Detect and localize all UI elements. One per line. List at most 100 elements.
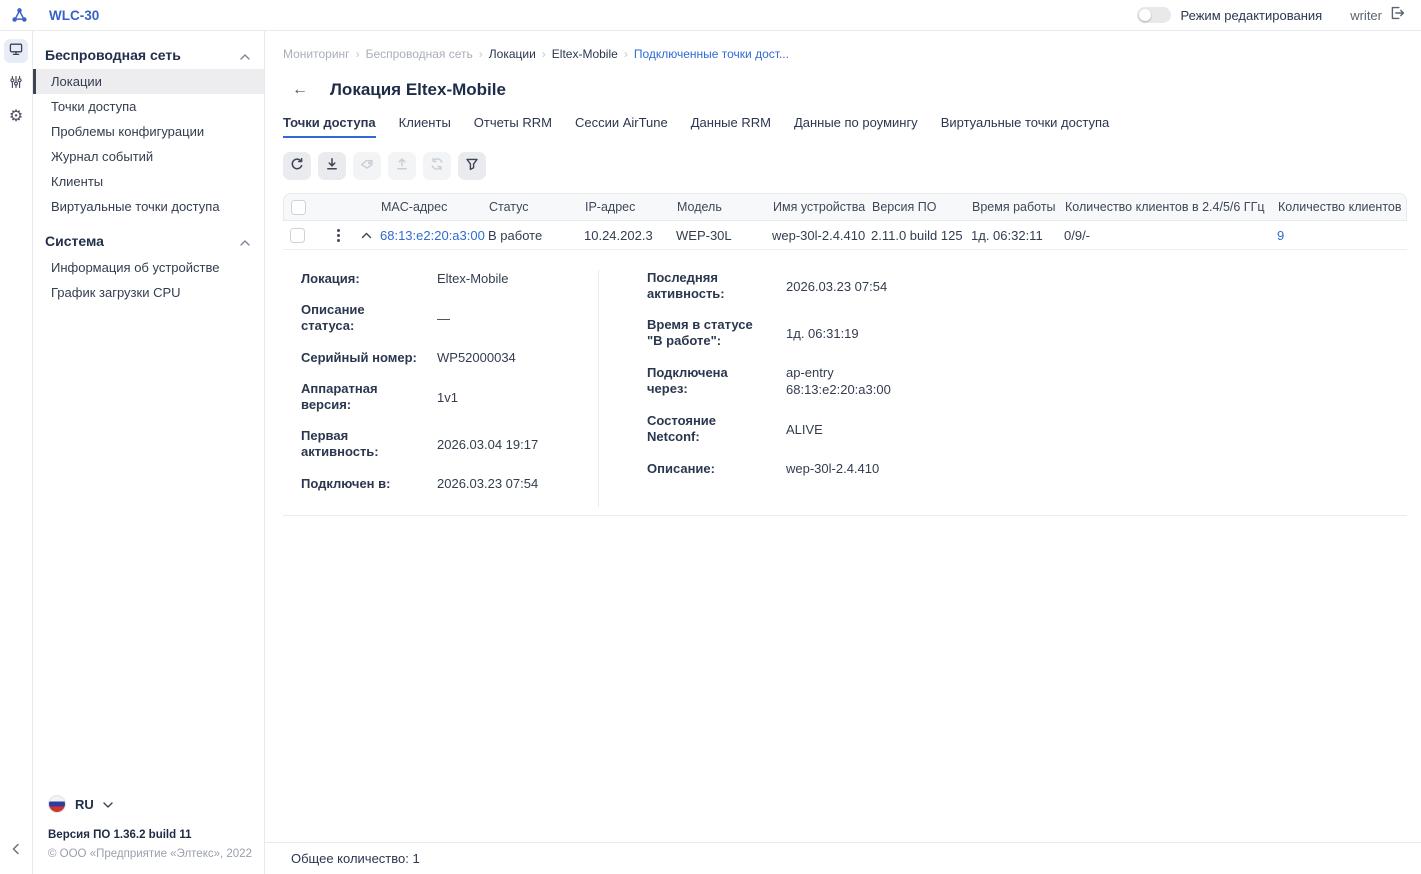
clients-band-cell: 0/9/- [1064,227,1091,243]
sidebar-item-access-points[interactable]: Точки доступа [33,94,264,119]
detail-label: Первая активность: [301,428,379,459]
firmware-cell: 2.11.0 build 125 [871,227,963,243]
detail-label: Аппаратная версия: [301,381,378,412]
tag-icon [359,156,375,177]
row-details-panel: Локация: Eltex-Mobile Описание статуса: — … [283,250,1407,516]
username[interactable]: writer [1350,8,1382,23]
back-arrow-icon[interactable]: ← [292,82,308,98]
page-title: Локация Eltex-Mobile [330,80,506,99]
refresh-button[interactable] [283,152,311,180]
sidebar-item-config-problems[interactable]: Проблемы конфигурации [33,119,264,144]
user-menu[interactable]: writer [1350,5,1405,26]
detail-value: Eltex-Mobile [437,271,509,286]
row-menu-icon[interactable] [335,227,342,244]
download-icon [324,156,340,177]
status-cell: В работе [488,227,543,243]
section-label: Беспроводная сеть [45,47,181,63]
language-code: RU [75,796,94,812]
upload-button [388,152,416,180]
detail-value: 1д. 06:31:19 [786,325,859,341]
breadcrumb-item[interactable]: Eltex-Mobile [552,47,618,61]
ip-cell: 10.24.202.3 [584,227,653,243]
gear-icon: ⚙ [8,108,24,125]
download-button[interactable] [318,152,346,180]
sidebar-section-system[interactable]: Система [33,227,264,255]
access-points-table: MAC-адрес Статус IP-адрес Модель Имя уст… [283,193,1407,250]
section-label: Система [45,233,104,249]
monitor-icon [8,41,24,62]
breadcrumb-separator: › [541,47,546,61]
edit-mode-label: Режим редактирования [1180,7,1323,23]
sidebar: Беспроводная сеть Локации Точки доступа … [33,31,265,874]
column-header-uptime[interactable]: Время работы [972,200,1065,214]
detail-value: 2026.03.23 07:54 [786,278,888,294]
toolbar [283,152,1407,180]
main-content: Мониторинг › Беспроводная сеть › Локации… [265,31,1421,874]
column-header-status[interactable]: Статус [489,200,585,214]
filter-button[interactable] [458,152,486,180]
tab-rrm-data[interactable]: Данные RRM [691,115,771,138]
column-header-device-name[interactable]: Имя устройства [773,200,872,214]
detail-value: 2026.03.04 19:17 [437,436,539,452]
row-checkbox[interactable] [290,227,305,243]
software-version: Версия ПО 1.36.2 build 11 [48,829,192,841]
ru-flag-icon [48,795,66,813]
sliders-icon [8,74,24,95]
sidebar-item-event-log[interactable]: Журнал событий [33,144,264,169]
eltex-logo-icon [10,6,28,24]
table-footer: Общее количество: 1 [265,842,1421,874]
breadcrumb-separator: › [478,47,483,61]
column-header-firmware[interactable]: Версия ПО [872,200,972,214]
breadcrumb-item[interactable]: Беспроводная сеть [366,47,473,61]
tab-clients[interactable]: Клиенты [399,115,451,138]
details-left-column: Локация: Eltex-Mobile Описание статуса: — … [283,270,599,507]
detail-label: Подключена через: [647,365,728,396]
language-selector[interactable]: RU [48,795,264,813]
sidebar-item-device-info[interactable]: Информация об устройстве [33,255,264,280]
detail-label: Состояние Netconf: [647,413,717,444]
app-title: WLC-30 [49,7,100,23]
sidebar-collapse-button[interactable] [11,842,21,860]
clients-total-link[interactable]: 9 [1277,228,1284,243]
column-header-model[interactable]: Модель [677,200,773,214]
logout-icon[interactable] [1389,5,1405,26]
detail-value: 1v1 [437,389,458,405]
select-all-checkbox[interactable] [291,199,306,215]
tag-button [353,152,381,180]
sidebar-section-wireless[interactable]: Беспроводная сеть [33,41,264,69]
sidebar-item-virtual-aps[interactable]: Виртуальные точки доступа [33,194,264,219]
breadcrumb-separator: › [355,47,360,61]
tab-access-points[interactable]: Точки доступа [283,115,376,138]
rail-monitoring-button[interactable] [4,39,28,63]
rail-system-button[interactable]: ⚙ [4,105,28,129]
total-count-label: Общее количество: 1 [291,851,420,866]
column-header-mac[interactable]: MAC-адрес [381,200,489,214]
icon-rail: ⚙ [0,31,33,874]
breadcrumb-item-current[interactable]: Подключенные точки дост... [634,47,789,61]
tab-bar: Точки доступа Клиенты Отчеты RRM Сессии … [283,115,1407,138]
sidebar-item-clients[interactable]: Клиенты [33,169,264,194]
breadcrumb-item[interactable]: Локации [489,47,536,61]
detail-value: 2026.03.23 07:54 [437,476,539,491]
rail-settings-button[interactable] [4,72,28,96]
tab-airtune-sessions[interactable]: Сессии AirTune [575,115,668,138]
column-header-clients-band[interactable]: Количество клиентов в 2.4/5/6 ГГц [1065,200,1278,214]
mac-address-link[interactable]: 68:13:e2:20:a3:00 [380,228,485,243]
column-header-clients-total[interactable]: Количество клиентов [1278,200,1406,214]
copyright: © ООО «Предприятие «Элтекс», 2022 [48,848,252,860]
sidebar-item-cpu-chart[interactable]: График загрузки CPU [33,280,264,305]
row-collapse-icon[interactable] [361,232,372,239]
breadcrumb-item[interactable]: Мониторинг [283,47,350,61]
sync-button [423,152,451,180]
edit-mode-toggle[interactable] [1136,7,1171,23]
tab-rrm-reports[interactable]: Отчеты RRM [474,115,552,138]
column-header-ip[interactable]: IP-адрес [585,200,677,214]
uptime-cell: 1д. 06:32:11 [971,227,1043,243]
detail-value: wep-30l-2.4.410 [786,461,880,476]
sidebar-item-locations[interactable]: Локации [33,69,264,94]
detail-label: Подключен в: [301,475,391,491]
model-cell: WEP-30L [676,227,732,243]
tab-roaming-data[interactable]: Данные по роумингу [794,115,918,138]
details-right-column: Последняя активность: 2026.03.23 07:54 Вр… [599,270,891,507]
tab-virtual-aps[interactable]: Виртуальные точки доступа [941,115,1110,138]
